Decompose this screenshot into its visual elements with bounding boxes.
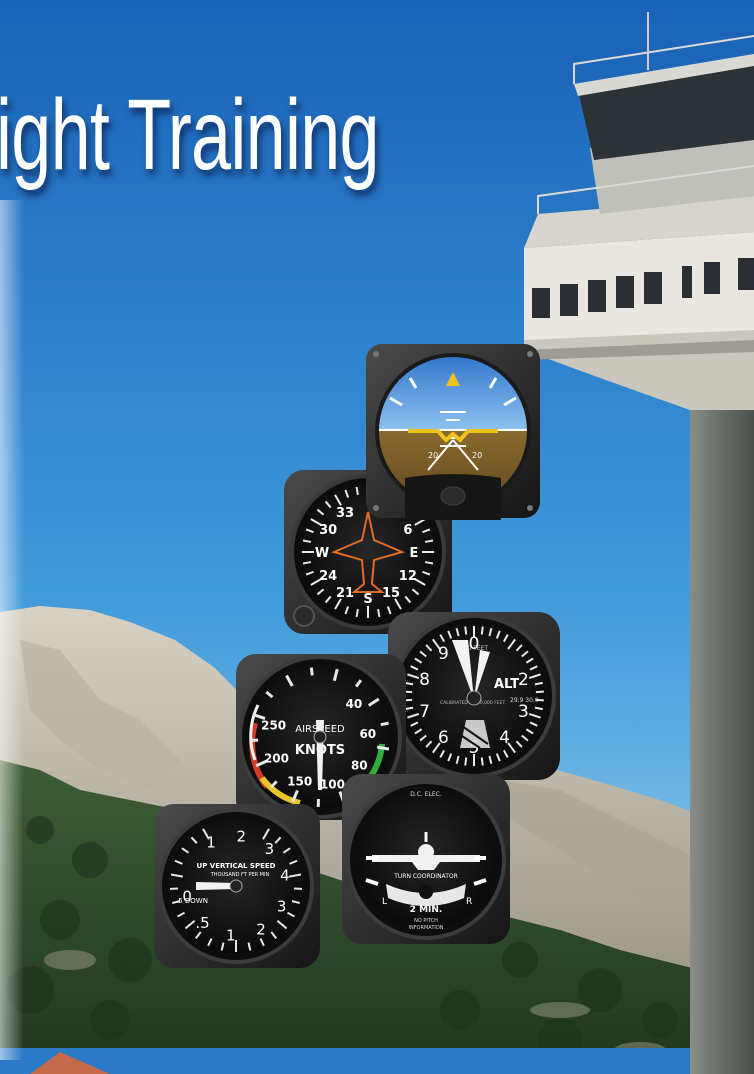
dial-label: 6 xyxy=(438,728,449,748)
dial-label: 30 xyxy=(319,523,337,538)
dial-label: 100 xyxy=(320,777,345,791)
dial-tick xyxy=(302,539,312,543)
dial-tick xyxy=(535,690,544,694)
dial-label: 4 xyxy=(280,867,290,885)
adi-scale-right: 20 xyxy=(472,451,482,460)
dial-tick xyxy=(424,539,434,543)
tc-top-label: D.C. ELEC. xyxy=(410,791,442,798)
tc-right: R xyxy=(466,897,472,907)
vertical-speed-indicator: 1 234321.50 UP VERTICAL SPEED THOUSAND FT… xyxy=(154,804,320,968)
left-panel-edge xyxy=(0,200,24,1060)
dial-tick xyxy=(464,626,468,635)
tc-timing: 2 MIN. xyxy=(410,905,443,915)
tc-note-2: INFORMATION xyxy=(408,925,443,931)
turn-coordinator: D.C. ELEC. TURN COORDINATOR L R 2 MIN. N… xyxy=(342,774,510,944)
vsi-unit: THOUSAND FT PER MIN xyxy=(210,872,270,878)
dial-label: 150 xyxy=(287,775,312,789)
altimeter-caption: ALT xyxy=(494,677,519,692)
dial-label: S xyxy=(363,592,372,607)
dial-label: W xyxy=(315,546,329,561)
dial-tick xyxy=(302,561,312,565)
dial-label: 3 xyxy=(265,840,275,858)
tc-title: TURN COORDINATOR xyxy=(393,873,458,880)
dial-label: 1 xyxy=(226,927,236,945)
dial-label: 4 xyxy=(499,728,510,748)
dial-label: 40 xyxy=(346,697,363,711)
dial-label: 33 xyxy=(336,506,354,521)
dial-tick xyxy=(355,486,359,496)
dial-tick xyxy=(424,561,434,565)
dial-label: 6 xyxy=(403,523,412,538)
dial-tick xyxy=(309,667,314,676)
dial-label: 21 xyxy=(336,586,354,601)
dial-label: 8 xyxy=(419,670,430,690)
dial-tick xyxy=(376,745,390,751)
dial-label: 3 xyxy=(518,702,529,722)
vsi-down-label: .5 DOWN xyxy=(176,897,208,905)
altimeter-kollsman: 29.9 30.0 xyxy=(510,697,539,704)
dial-label: 60 xyxy=(359,727,376,741)
page-title: ight Training xyxy=(0,79,380,191)
attitude-indicator: 20 20 xyxy=(366,344,540,520)
dial-label: 9 xyxy=(438,644,449,664)
adi-scale-left: 20 xyxy=(428,451,438,460)
dial-label: 1 xyxy=(206,834,216,852)
bottom-band xyxy=(0,1048,700,1074)
dial-tick xyxy=(355,608,359,618)
dial-tick xyxy=(464,757,468,766)
dial-label: 3 xyxy=(277,897,287,915)
dial-label: 2 xyxy=(256,920,266,938)
dial-tick xyxy=(480,757,484,766)
altimeter: 098765432 100 FEET ALT 29.9 30.0 CALIBRA… xyxy=(388,612,560,780)
dial-label: 12 xyxy=(399,569,417,584)
dial-tick xyxy=(380,721,389,727)
tc-note-1: NO PITCH xyxy=(414,918,438,924)
dial-tick xyxy=(480,626,484,635)
dial-label: 24 xyxy=(319,569,337,584)
vsi-up-label: UP VERTICAL SPEED xyxy=(197,862,276,870)
dial-label: 200 xyxy=(264,751,289,765)
dial-label: 250 xyxy=(261,719,286,733)
dial-label: 2 xyxy=(236,827,246,845)
dial-label: E xyxy=(410,546,419,561)
tc-left: L xyxy=(382,897,387,907)
dial-label: 15 xyxy=(382,586,400,601)
dial-tick xyxy=(377,608,381,618)
dial-label: 80 xyxy=(351,759,368,773)
dial-label: 2 xyxy=(518,670,529,690)
dial-label: 7 xyxy=(419,702,430,722)
dial-label: .5 xyxy=(195,914,209,932)
